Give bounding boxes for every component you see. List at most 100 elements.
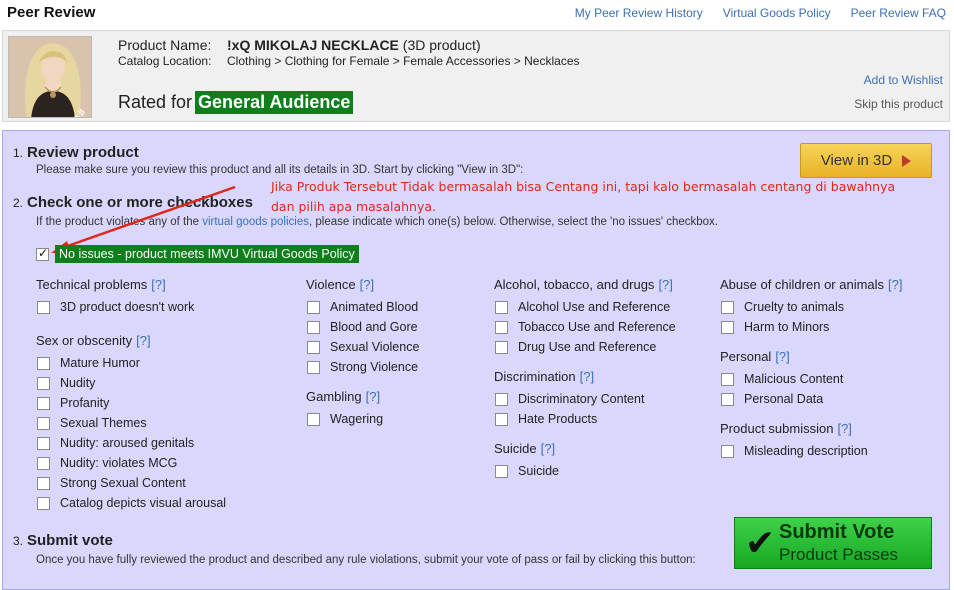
- column-2: Violence [?] Animated Blood Blood and Gor…: [306, 273, 419, 429]
- checkbox[interactable]: [721, 320, 734, 334]
- checkbox-item[interactable]: Blood and Gore: [306, 317, 419, 337]
- checkbox-item[interactable]: Nudity: [36, 373, 226, 393]
- product-info-panel: xQ&# Product Name: !xQ MIKOLAJ NECKLACE …: [2, 30, 950, 122]
- abuse-title: Abuse of children or animals [?]: [720, 277, 903, 292]
- no-issues-label: No issues - product meets IMVU Virtual G…: [55, 245, 359, 263]
- gambling-help-link[interactable]: [?]: [366, 389, 380, 404]
- alcohol-title: Alcohol, tobacco, and drugs [?]: [494, 277, 673, 292]
- checkbox-item[interactable]: Alcohol Use and Reference: [494, 297, 676, 317]
- checkbox-item[interactable]: Tobacco Use and Reference: [494, 317, 676, 337]
- skip-product-link[interactable]: Skip this product: [854, 97, 943, 111]
- page-title: Peer Review: [7, 4, 96, 21]
- column-3: Alcohol, tobacco, and drugs [?] Alcohol U…: [494, 273, 676, 481]
- alcohol-help-link[interactable]: [?]: [658, 277, 672, 292]
- product-type: (3D product): [402, 37, 481, 53]
- checkbox[interactable]: [307, 412, 320, 426]
- checkbox-item[interactable]: Strong Violence: [306, 357, 419, 377]
- no-issues-row: No issues - product meets IMVU Virtual G…: [36, 245, 359, 263]
- personal-help-link[interactable]: [?]: [775, 349, 789, 364]
- peer-review-faq-link[interactable]: Peer Review FAQ: [851, 6, 946, 20]
- checkbox-item[interactable]: Malicious Content: [720, 369, 903, 389]
- checkbox[interactable]: [721, 392, 734, 406]
- checkbox[interactable]: [495, 412, 508, 426]
- column-4: Abuse of children or animals [?] Cruelty …: [720, 273, 903, 461]
- checkbox-item[interactable]: 3D product doesn't work: [36, 297, 226, 317]
- checkbox[interactable]: [37, 496, 50, 510]
- sex-help-link[interactable]: [?]: [136, 333, 150, 348]
- checkbox-item[interactable]: Nudity: aroused genitals: [36, 433, 226, 453]
- checkbox[interactable]: [307, 300, 320, 314]
- suicide-help-link[interactable]: [?]: [541, 441, 555, 456]
- rated-label: Rated for: [118, 92, 193, 112]
- submit-vote-button[interactable]: ✔ Submit Vote Product Passes: [734, 517, 932, 569]
- checkbox-item[interactable]: Personal Data: [720, 389, 903, 409]
- product-passes-label: Product Passes: [779, 545, 899, 564]
- catalog-location: Catalog Location: Clothing > Clothing for…: [118, 54, 580, 68]
- product-thumbnail[interactable]: xQ&#: [8, 36, 92, 118]
- checkbox-item[interactable]: Wagering: [306, 409, 419, 429]
- checkbox[interactable]: [721, 444, 734, 458]
- checkbox[interactable]: [37, 300, 50, 314]
- product-name-label: Product Name:: [118, 37, 212, 53]
- checkbox[interactable]: [307, 340, 320, 354]
- product-name-value: !xQ MIKOLAJ NECKLACE (3D product): [227, 37, 481, 53]
- checkbox[interactable]: [307, 360, 320, 374]
- rating-row: Rated for General Audience: [118, 91, 354, 114]
- checkbox-item[interactable]: Drug Use and Reference: [494, 337, 676, 357]
- checkbox-item[interactable]: Sexual Violence: [306, 337, 419, 357]
- checkbox-item[interactable]: Sexual Themes: [36, 413, 226, 433]
- checkbox[interactable]: [721, 372, 734, 386]
- checkbox[interactable]: [37, 456, 50, 470]
- checkbox-item[interactable]: Cruelty to animals: [720, 297, 903, 317]
- checkbox[interactable]: [37, 416, 50, 430]
- checkbox[interactable]: [495, 320, 508, 334]
- my-peer-review-history-link[interactable]: My Peer Review History: [575, 6, 703, 20]
- checkbox[interactable]: [495, 340, 508, 354]
- technical-problems-title: Technical problems [?]: [36, 277, 166, 292]
- checkbox-item[interactable]: Suicide: [494, 461, 676, 481]
- catalog-location-label: Catalog Location:: [118, 54, 212, 68]
- avatar-image-icon: [9, 37, 91, 117]
- checkbox-item[interactable]: Misleading description: [720, 441, 903, 461]
- review-panel: 1. Review product Please make sure you re…: [2, 130, 950, 590]
- checkbox[interactable]: [37, 396, 50, 410]
- annotation-line-2: dan pilih apa masalahnya.: [271, 199, 436, 214]
- checkbox-item[interactable]: Mature Humor: [36, 353, 226, 373]
- virtual-goods-policy-link[interactable]: Virtual Goods Policy: [723, 6, 831, 20]
- submission-help-link[interactable]: [?]: [837, 421, 851, 436]
- view-in-3d-button[interactable]: View in 3D: [800, 143, 932, 178]
- checkbox[interactable]: [307, 320, 320, 334]
- violence-title: Violence [?]: [306, 277, 375, 292]
- checkbox[interactable]: [37, 376, 50, 390]
- violence-help-link[interactable]: [?]: [360, 277, 374, 292]
- technical-help-link[interactable]: [?]: [151, 277, 165, 292]
- checkbox[interactable]: [37, 436, 50, 450]
- sex-obscenity-title: Sex or obscenity [?]: [36, 333, 151, 348]
- product-submission-title: Product submission [?]: [720, 421, 852, 436]
- product-name: !xQ MIKOLAJ NECKLACE: [227, 37, 399, 53]
- checkbox-item[interactable]: Harm to Minors: [720, 317, 903, 337]
- play-triangle-icon: [902, 154, 912, 167]
- checkbox-item[interactable]: Strong Sexual Content: [36, 473, 226, 493]
- checkbox[interactable]: [37, 476, 50, 490]
- discrimination-help-link[interactable]: [?]: [580, 369, 594, 384]
- checkbox-item[interactable]: Discriminatory Content: [494, 389, 676, 409]
- checkbox-item[interactable]: Nudity: violates MCG: [36, 453, 226, 473]
- checkbox-item[interactable]: Profanity: [36, 393, 226, 413]
- checkbox[interactable]: [495, 392, 508, 406]
- checkbox[interactable]: [495, 300, 508, 314]
- checkbox-item[interactable]: Hate Products: [494, 409, 676, 429]
- discrimination-title: Discrimination [?]: [494, 369, 595, 384]
- step1-heading: 1. Review product: [13, 144, 139, 161]
- checkbox[interactable]: [37, 356, 50, 370]
- no-issues-checkbox[interactable]: [36, 246, 49, 261]
- checkbox[interactable]: [495, 464, 508, 478]
- add-to-wishlist-link[interactable]: Add to Wishlist: [864, 73, 943, 87]
- column-1: Technical problems [?] 3D product doesn't…: [36, 273, 226, 513]
- abuse-help-link[interactable]: [?]: [888, 277, 902, 292]
- step3-heading: 3. Submit vote: [13, 532, 113, 549]
- checkbox-item[interactable]: Catalog depicts visual arousal: [36, 493, 226, 513]
- checkbox-item[interactable]: Animated Blood: [306, 297, 419, 317]
- top-links: My Peer Review History Virtual Goods Pol…: [575, 6, 946, 20]
- checkbox[interactable]: [721, 300, 734, 314]
